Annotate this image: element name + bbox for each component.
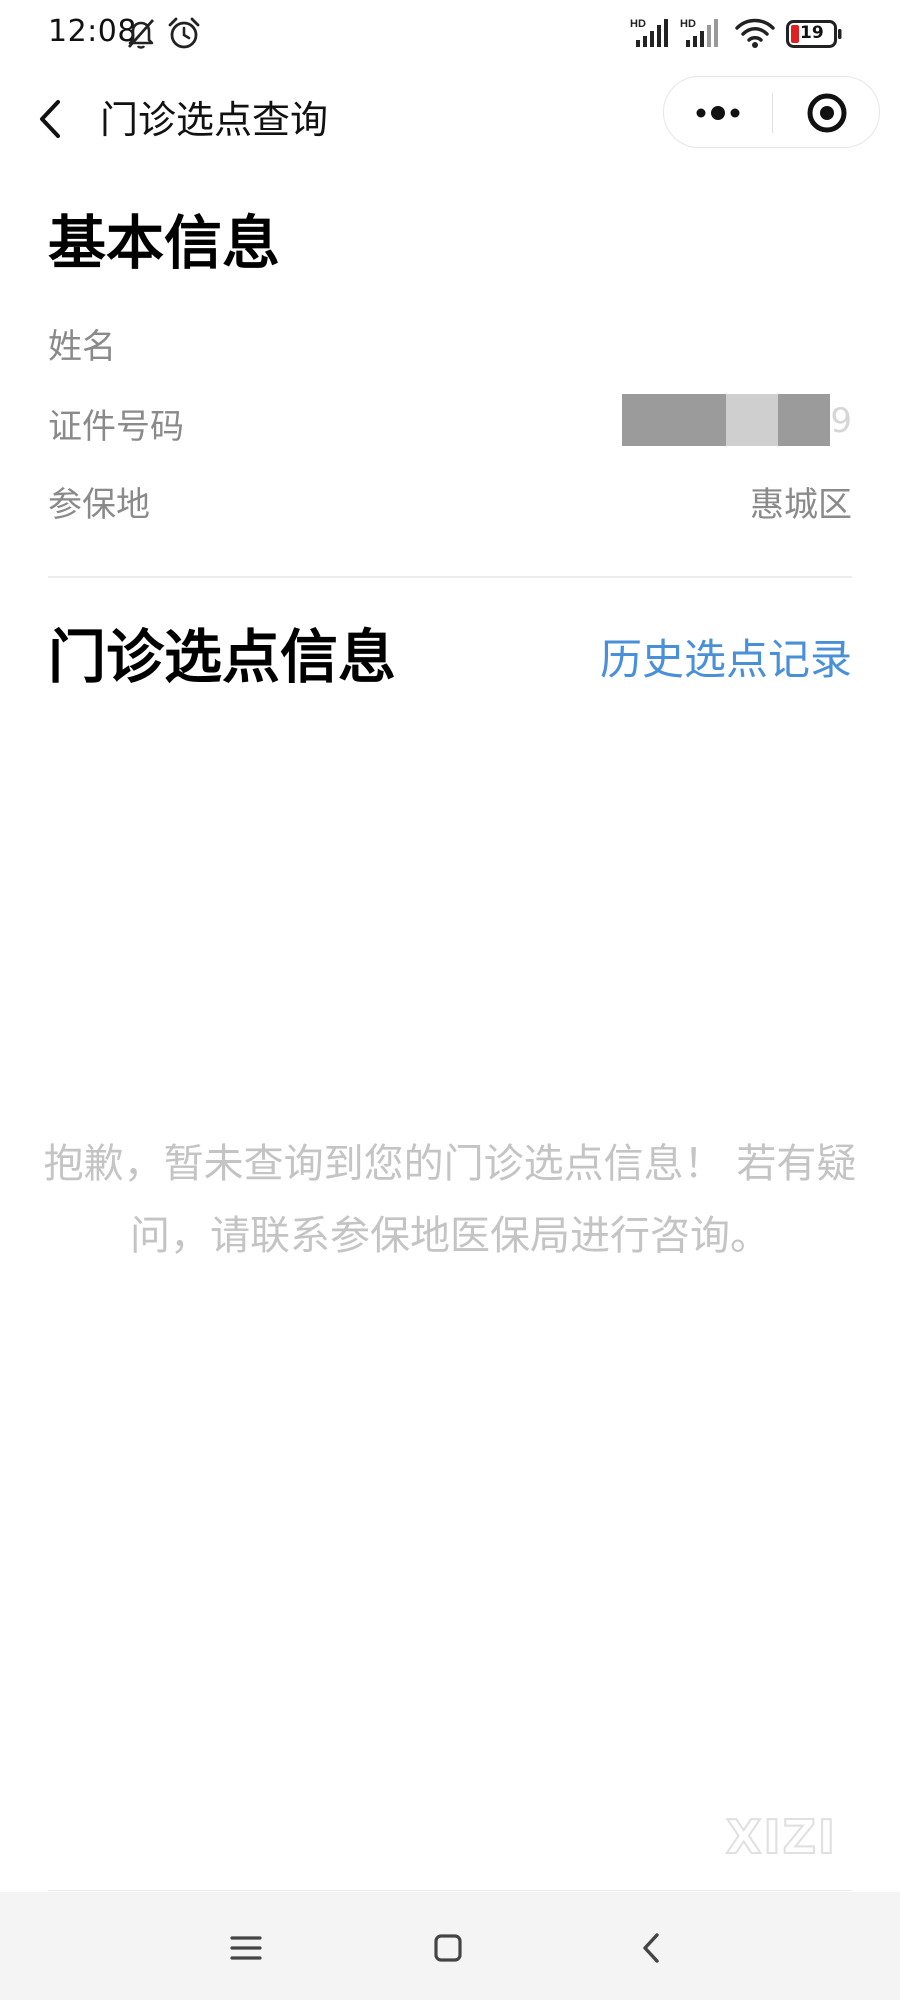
region-label: 参保地: [48, 485, 150, 525]
page-title: 门诊选点查询: [100, 98, 329, 142]
redaction-block: [622, 394, 726, 446]
system-back-button[interactable]: [624, 1920, 680, 1976]
empty-state-message: 抱歉，暂未查询到您的门诊选点信息！ 若有疑问，请联系参保地医保局进行咨询。: [43, 1141, 857, 1259]
info-row-name: 姓名: [48, 322, 852, 372]
nav-bar: 门诊选点查询: [0, 70, 900, 180]
more-button[interactable]: [664, 77, 772, 149]
name-label: 姓名: [48, 327, 116, 367]
basic-info-title: 基本信息: [48, 209, 281, 277]
id-number-redacted: 9: [622, 394, 852, 446]
target-close-icon: [807, 93, 847, 133]
redaction-block: [726, 394, 778, 446]
signal-icon: HD: [680, 18, 718, 47]
menu-lines-icon: [230, 1936, 262, 1960]
svg-text:HD: HD: [630, 18, 646, 30]
id-value-suffix: 9: [830, 401, 852, 441]
id-label: 证件号码: [48, 407, 184, 447]
watermark: XIZI: [725, 1809, 838, 1865]
home-button[interactable]: [420, 1920, 476, 1976]
redaction-block: [778, 394, 830, 446]
info-row-id: 证件号码 9: [48, 394, 852, 452]
close-mini-program-button[interactable]: [773, 77, 881, 149]
signal-icon: HD: [630, 18, 668, 47]
mini-program-capsule: [663, 76, 880, 148]
recent-apps-button[interactable]: [218, 1920, 274, 1976]
history-records-link[interactable]: 历史选点记录: [600, 630, 852, 690]
alarm-icon: [168, 17, 200, 49]
battery-level: 19: [800, 23, 824, 43]
bottom-divider: [48, 1890, 852, 1891]
region-value: 惠城区: [750, 485, 852, 525]
svg-text:HD: HD: [680, 18, 696, 30]
chevron-left-icon: [643, 1933, 659, 1963]
clinic-info-title: 门诊选点信息: [48, 623, 397, 691]
back-button[interactable]: [28, 90, 76, 148]
screen: 12:08 HD HD 19 门诊选点查询 基本信息 姓名 证件号码 9 参保地…: [0, 0, 900, 2000]
status-bar: 12:08 HD HD 19: [0, 0, 900, 70]
chevron-left-icon: [40, 100, 60, 138]
info-row-region: 参保地 惠城区: [48, 480, 852, 530]
battery-icon: 19: [786, 20, 842, 48]
section-divider: [48, 576, 852, 578]
system-nav-bar: [0, 1892, 900, 2000]
more-dots-icon: [696, 106, 740, 120]
mute-bell-icon: [127, 19, 155, 49]
wifi-icon: [735, 18, 775, 48]
square-home-icon: [434, 1934, 462, 1962]
